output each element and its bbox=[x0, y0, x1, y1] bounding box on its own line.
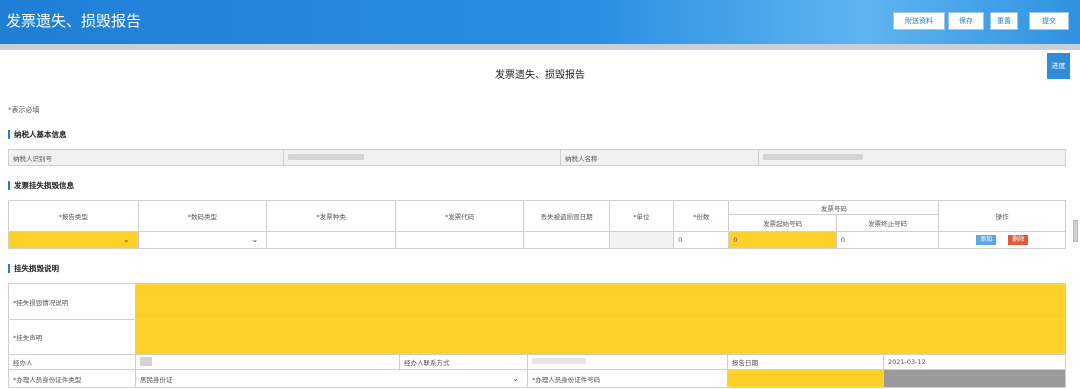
contact-label: 经办人联系方式 bbox=[399, 354, 528, 370]
statement-label: *挂失声明 bbox=[8, 319, 136, 355]
col-lost-date: 丢失被盗损毁日期 bbox=[523, 200, 610, 232]
invoice-table: *报告类型 *数码类型 *发票种类 *发票代码 丢失被盗损毁日期 *单位 *份数… bbox=[8, 200, 1066, 249]
code-type-select[interactable]: ⌄ bbox=[137, 231, 268, 249]
col-copies: *份数 bbox=[673, 200, 730, 232]
app-header: 发票遗失、损毁报告 附送资料 保存 重置 提交 bbox=[0, 0, 1080, 44]
save-button[interactable]: 保存 bbox=[948, 12, 984, 30]
row-actions: 添加 删除 bbox=[938, 231, 1066, 249]
situation-textarea[interactable] bbox=[135, 283, 1066, 320]
explain-table: *挂失损毁情况说明 *挂失声明 经办人 经办人联系方式 报告日期 2021-03… bbox=[8, 283, 1066, 388]
col-invoice-numbers: 发票号码 bbox=[728, 200, 940, 215]
lost-date-input[interactable] bbox=[523, 231, 610, 249]
page-title: 发票遗失、损毁报告 bbox=[495, 70, 585, 81]
id-type-select[interactable]: 居民身份证 ⌄ bbox=[135, 369, 528, 388]
chevron-down-icon: ⌄ bbox=[251, 235, 259, 244]
id-no-label: *办理人员身份证件号码 bbox=[527, 369, 728, 388]
end-no-input[interactable]: 0 bbox=[835, 231, 940, 249]
col-unit: *单位 bbox=[608, 200, 675, 232]
col-report-type: *报告类型 bbox=[8, 200, 139, 232]
col-actions: 操作 bbox=[938, 200, 1066, 232]
reset-button[interactable]: 重置 bbox=[990, 12, 1018, 30]
scrollbar-thumb[interactable] bbox=[1073, 220, 1078, 242]
copies-input[interactable]: 0 bbox=[673, 231, 730, 249]
section-taxpayer: 纳税人基本信息 bbox=[8, 130, 67, 139]
header-divider bbox=[0, 44, 1080, 50]
invoice-kind-input[interactable] bbox=[266, 231, 396, 249]
attach-docs-button[interactable]: 附送资料 bbox=[893, 12, 945, 30]
taxpayer-id-value bbox=[283, 149, 561, 166]
delete-row-button[interactable]: 删除 bbox=[1008, 235, 1029, 245]
id-type-label: *办理人员身份证件类型 bbox=[8, 369, 136, 388]
situation-label: *挂失损毁情况说明 bbox=[8, 283, 136, 320]
taxpayer-table: 纳税人识别号 纳税人名称 bbox=[8, 149, 1066, 166]
required-note: *表示必填 bbox=[8, 106, 40, 114]
submit-button[interactable]: 提交 bbox=[1029, 12, 1069, 30]
handler-input[interactable] bbox=[135, 354, 400, 370]
invoice-code-input[interactable] bbox=[394, 231, 525, 249]
unit-input[interactable] bbox=[608, 231, 675, 249]
col-code-type: *数码类型 bbox=[137, 200, 268, 232]
id-no-input[interactable] bbox=[727, 369, 884, 388]
report-date-value[interactable]: 2021-03-12 bbox=[883, 354, 1066, 370]
report-type-select[interactable]: ⌄ bbox=[8, 231, 139, 249]
col-invoice-kind: *发票种类 bbox=[266, 200, 396, 232]
col-start-no: 发票起始号码 bbox=[728, 214, 837, 232]
chevron-down-icon: ⌄ bbox=[512, 373, 519, 383]
section-explain: 挂失损毁说明 bbox=[8, 264, 59, 273]
app-title: 发票遗失、损毁报告 bbox=[6, 12, 142, 30]
section-invoice: 发票挂失损毁信息 bbox=[8, 181, 74, 190]
col-end-no: 发票终止号码 bbox=[835, 214, 940, 232]
statement-textarea[interactable] bbox=[135, 319, 1066, 355]
col-invoice-code: *发票代码 bbox=[394, 200, 525, 232]
add-row-button[interactable]: 添加 bbox=[976, 235, 997, 245]
progress-button[interactable]: 进度 bbox=[1047, 53, 1070, 79]
taxpayer-name-label: 纳税人名称 bbox=[560, 149, 759, 166]
id-type-value: 居民身份证 bbox=[140, 375, 173, 384]
id-no-extra bbox=[883, 369, 1066, 388]
report-date-label: 报告日期 bbox=[727, 354, 884, 370]
contact-input[interactable] bbox=[527, 354, 728, 370]
start-no-input[interactable]: 0 bbox=[728, 231, 837, 249]
handler-label: 经办人 bbox=[8, 354, 136, 370]
taxpayer-name-value bbox=[758, 149, 1066, 166]
chevron-down-icon: ⌄ bbox=[122, 235, 130, 244]
taxpayer-id-label: 纳税人识别号 bbox=[8, 149, 284, 166]
